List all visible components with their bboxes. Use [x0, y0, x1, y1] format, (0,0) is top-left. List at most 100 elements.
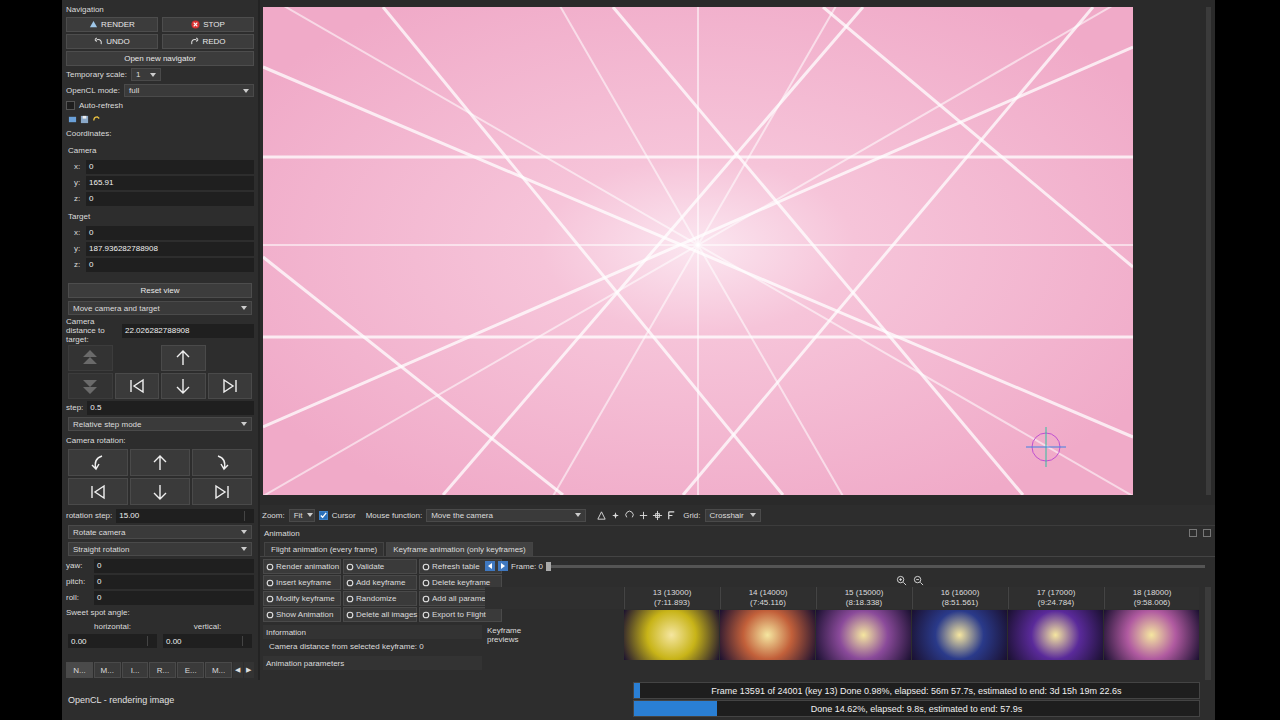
angle-field[interactable]: 0	[94, 559, 254, 573]
panel-tab[interactable]: E...	[177, 662, 204, 678]
keyframe-preview[interactable]	[912, 610, 1007, 660]
zoom-in-icon[interactable]	[896, 575, 907, 586]
cursor-checkbox[interactable]	[319, 511, 328, 520]
angle-field[interactable]: 0	[94, 575, 254, 589]
image-icon[interactable]	[68, 115, 77, 124]
mouse-function-select[interactable]: Move the camera	[426, 509, 586, 522]
float-button[interactable]	[1189, 529, 1197, 537]
animation-button[interactable]: Render animation	[263, 559, 341, 574]
rotate-icon[interactable]	[624, 510, 635, 521]
angle-field[interactable]: 0	[94, 591, 254, 605]
animation-button[interactable]: Validate	[343, 559, 417, 574]
reset-view-button[interactable]: Reset view	[68, 283, 252, 298]
coordinate-field[interactable]: 165.91	[86, 176, 254, 190]
step-field[interactable]: 0.5	[87, 401, 254, 415]
step-mode-select[interactable]: Relative step mode	[68, 417, 252, 431]
animation-tab[interactable]: Flight animation (every frame)	[264, 542, 384, 556]
move-button[interactable]	[68, 373, 113, 399]
animation-button[interactable]: Show Animation	[263, 607, 341, 622]
crosshair-icon[interactable]	[652, 510, 663, 521]
slider-handle[interactable]	[546, 562, 551, 571]
rotation-type-select[interactable]: Straight rotation	[68, 542, 252, 556]
keyframe-header[interactable]: 16 (16000)(8:51.561)	[912, 587, 1007, 609]
action-button[interactable]: STOP	[162, 17, 254, 32]
coordinate-field[interactable]: 0	[86, 226, 254, 240]
auto-refresh-label: Auto-refresh	[79, 101, 123, 110]
keyframe-header[interactable]: 13 (13000)(7:11.893)	[624, 587, 719, 609]
horizontal-field[interactable]: 0.00	[68, 634, 157, 648]
coordinate-field[interactable]: 187.936282788908	[86, 242, 254, 256]
table-scrollbar[interactable]	[1205, 587, 1211, 680]
tab-scroll-button[interactable]: ▶	[244, 662, 254, 678]
keyframe-header[interactable]: 17 (17000)(9:24.784)	[1008, 587, 1103, 609]
tab-scroll-button[interactable]: ◀	[233, 662, 243, 678]
keyframe-preview[interactable]	[720, 610, 815, 660]
zoom-out-icon[interactable]	[913, 575, 924, 586]
open-navigator-button[interactable]: Open new navigator	[66, 51, 254, 66]
rotation-button[interactable]	[68, 478, 128, 505]
add-point-icon[interactable]	[638, 510, 649, 521]
light-icon[interactable]	[596, 510, 607, 521]
panel-tab[interactable]: M...	[94, 662, 121, 678]
viewport-scrollbar[interactable]	[1206, 7, 1211, 495]
rotation-button[interactable]	[192, 449, 252, 476]
next-frame-button[interactable]	[498, 561, 508, 571]
move-button[interactable]	[115, 373, 160, 399]
keyframe-header[interactable]: 15 (15000)(8:18.338)	[816, 587, 911, 609]
grid-select[interactable]: Crosshair	[705, 509, 761, 522]
action-button[interactable]: RENDER	[66, 17, 158, 32]
opencl-mode-select[interactable]: full	[124, 84, 254, 97]
temporary-scale-select[interactable]: 1	[131, 68, 161, 81]
panel-tab[interactable]: N...	[66, 662, 93, 678]
animation-tab[interactable]: Keyframe animation (only keyframes)	[386, 542, 533, 556]
move-button[interactable]	[161, 345, 206, 371]
close-button[interactable]	[1203, 529, 1211, 537]
rotation-button[interactable]	[192, 478, 252, 505]
camera-distance-field[interactable]: 22.026282788908	[122, 324, 254, 338]
move-mode-select[interactable]: Move camera and target	[68, 301, 252, 315]
keyframe-preview[interactable]	[1104, 610, 1199, 660]
render-icon	[89, 20, 98, 29]
keyframe-header[interactable]: 14 (14000)(7:45.116)	[720, 587, 815, 609]
rotation-button[interactable]	[68, 449, 128, 476]
keyframe-preview[interactable]	[624, 610, 719, 660]
animation-button[interactable]: Randomize	[343, 591, 417, 606]
auto-refresh-checkbox[interactable]	[66, 101, 75, 110]
previous-frame-button[interactable]	[485, 561, 495, 571]
animation-button[interactable]: Delete all images	[343, 607, 417, 622]
action-button[interactable]: UNDO	[66, 34, 158, 49]
camera-distance-row: Camera distance to target: 22.0262827889…	[66, 317, 254, 344]
move-button[interactable]	[68, 345, 113, 371]
panel-tab[interactable]: R...	[149, 662, 176, 678]
animation-button[interactable]: Insert keyframe	[263, 575, 341, 590]
frame-slider[interactable]	[546, 565, 1205, 568]
coordinate-field[interactable]: 0	[86, 192, 254, 206]
action-button[interactable]: REDO	[162, 34, 254, 49]
rotation-step-field[interactable]: 15.00	[116, 509, 254, 523]
animation-button[interactable]: Export to Flight	[419, 607, 502, 622]
keyframe-preview[interactable]	[1008, 610, 1103, 660]
rotate-mode-select[interactable]: Rotate camera	[68, 525, 252, 539]
tool-buttons	[596, 510, 677, 521]
progress-bars: Frame 13591 of 24001 (key 13) Done 0.98%…	[633, 680, 1200, 720]
coordinate-field[interactable]: 0	[86, 160, 254, 174]
save-icon[interactable]	[80, 115, 89, 124]
animation-button[interactable]: Add keyframe	[343, 575, 417, 590]
zoom-select[interactable]: Fit	[289, 509, 315, 522]
animation-button[interactable]: Modify keyframe	[263, 591, 341, 606]
rotation-button[interactable]	[130, 449, 190, 476]
flag-icon[interactable]	[666, 510, 677, 521]
move-icon[interactable]	[610, 510, 621, 521]
coordinate-field[interactable]: 0	[86, 258, 254, 272]
move-button[interactable]	[208, 373, 253, 399]
rotation-button[interactable]	[130, 478, 190, 505]
vertical-field[interactable]: 0.00	[163, 634, 252, 648]
panel-tab[interactable]: I...	[122, 662, 149, 678]
move-button[interactable]	[161, 373, 206, 399]
rendered-fractal-image[interactable]	[263, 7, 1133, 495]
panel-tab[interactable]: M...	[205, 662, 232, 678]
keyframe-header[interactable]: 18 (18000)(9:58.006)	[1104, 587, 1199, 609]
keyframe-preview[interactable]	[816, 610, 911, 660]
button-icon	[346, 595, 354, 603]
refresh-icon[interactable]	[92, 115, 101, 124]
